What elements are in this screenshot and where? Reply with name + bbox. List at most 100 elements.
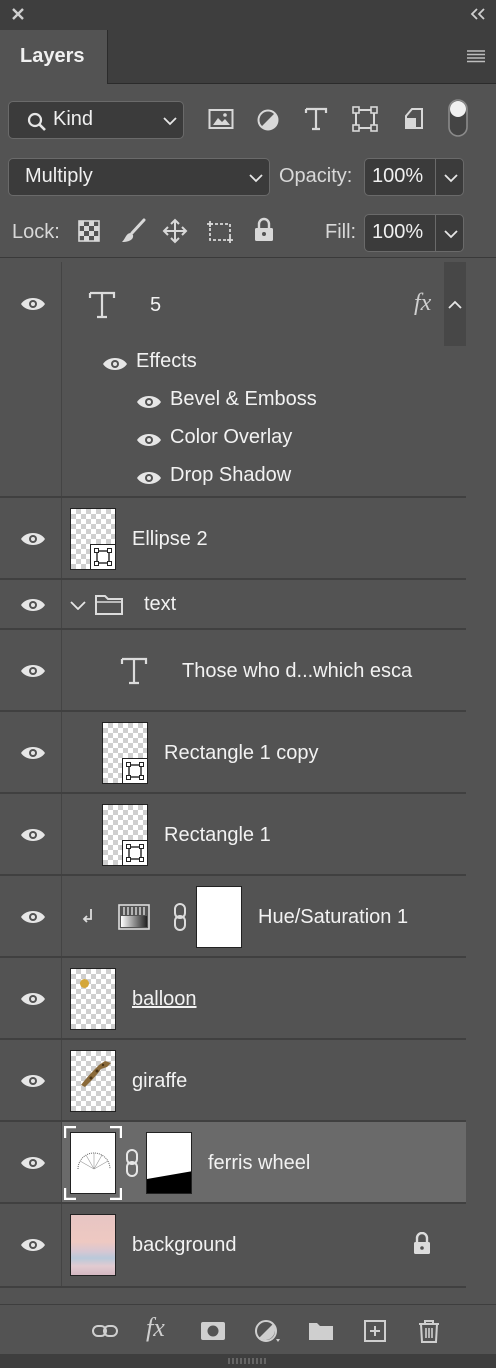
effect-eye-icon[interactable]	[136, 470, 162, 486]
eye-icon[interactable]	[20, 1073, 46, 1089]
filter-smart-objects-icon[interactable]	[402, 106, 426, 132]
layer-name[interactable]: Hue/Saturation 1	[258, 906, 408, 929]
layer-thumbnail[interactable]	[102, 722, 148, 784]
opacity-label: Opacity:	[279, 165, 353, 187]
link-icon[interactable]	[124, 1148, 140, 1178]
effect-drop-shadow[interactable]: Drop Shadow	[170, 464, 291, 487]
layer-mask-thumbnail[interactable]	[196, 886, 242, 948]
lock-row: Lock: Fill: 100%	[0, 208, 496, 258]
filter-toggle-icon[interactable]	[446, 98, 470, 138]
layer-name[interactable]: background	[132, 1234, 237, 1257]
eye-icon[interactable]	[20, 1155, 46, 1171]
lock-artboard-icon[interactable]	[206, 218, 234, 244]
effect-eye-icon[interactable]	[136, 394, 162, 410]
filter-type-layers-icon[interactable]	[304, 106, 328, 132]
chevron-up-icon[interactable]	[448, 300, 462, 310]
eye-icon[interactable]	[20, 531, 46, 547]
shape-layer-icon	[94, 548, 112, 566]
fill-chevron-icon[interactable]	[444, 229, 458, 239]
hue-saturation-adjustment-icon[interactable]	[118, 904, 150, 930]
layers-list: 5 fx Effects Bevel & Emboss Color Overla…	[0, 262, 466, 1288]
layer-thumbnail[interactable]	[70, 1214, 116, 1276]
lock-transparent-pixels-icon[interactable]	[78, 220, 100, 242]
eye-icon[interactable]	[20, 663, 46, 679]
layer-name[interactable]: text	[144, 593, 176, 616]
eye-icon[interactable]	[20, 909, 46, 925]
tab-layers-label: Layers	[20, 45, 85, 67]
layer-name[interactable]: balloon	[132, 988, 197, 1011]
fill-label: Fill:	[325, 221, 357, 243]
filter-shape-layers-icon[interactable]	[352, 106, 378, 132]
blend-row: Multiply Opacity: 100%	[0, 152, 496, 202]
layer-row-rectangle-1-copy[interactable]: Rectangle 1 copy	[0, 712, 466, 794]
layer-row-rectangle-1[interactable]: Rectangle 1	[0, 794, 466, 876]
opacity-divider	[435, 159, 436, 195]
layer-name[interactable]: Those who d...which esca	[182, 660, 412, 683]
effects-label[interactable]: Effects	[136, 350, 197, 373]
new-group-icon[interactable]	[308, 1319, 334, 1343]
filter-adjustment-layers-icon[interactable]	[256, 108, 280, 132]
layer-thumbnail[interactable]	[70, 1050, 116, 1112]
add-layer-mask-icon[interactable]	[200, 1319, 226, 1343]
effect-eye-icon[interactable]	[136, 432, 162, 448]
delete-layer-icon[interactable]	[416, 1319, 442, 1343]
close-icon[interactable]	[10, 6, 26, 22]
add-layer-style-icon[interactable]: fx	[146, 1313, 165, 1343]
scrollbar-thumb[interactable]	[444, 262, 466, 346]
layer-row-ferris-wheel[interactable]: ferris wheel	[0, 1122, 466, 1204]
link-layers-icon[interactable]	[92, 1319, 118, 1343]
eye-icon[interactable]	[20, 597, 46, 613]
eye-icon[interactable]	[20, 745, 46, 761]
filter-pixel-layers-icon[interactable]	[208, 108, 234, 130]
layer-row-text-5[interactable]: 5 fx Effects Bevel & Emboss Color Overla…	[0, 262, 466, 498]
collapse-panel-icon[interactable]	[468, 6, 488, 22]
effect-bevel-emboss[interactable]: Bevel & Emboss	[170, 388, 317, 411]
layer-row-giraffe[interactable]: giraffe	[0, 1040, 466, 1122]
layer-row-balloon[interactable]: balloon	[0, 958, 466, 1040]
fx-icon[interactable]: fx	[414, 290, 431, 317]
fill-field[interactable]: 100%	[364, 214, 464, 252]
selected-thumbnail-frame	[64, 1126, 122, 1200]
panel-resize-grip[interactable]	[0, 1354, 496, 1368]
new-adjustment-layer-icon[interactable]	[254, 1319, 280, 1343]
layer-row-text-long[interactable]: Those who d...which esca	[0, 630, 466, 712]
lock-image-pixels-icon[interactable]	[120, 218, 146, 244]
panel-menu-icon[interactable]	[466, 48, 486, 64]
layer-name[interactable]: ferris wheel	[208, 1152, 310, 1175]
group-expand-chevron-icon[interactable]	[70, 600, 86, 610]
lock-position-icon[interactable]	[162, 218, 188, 244]
effect-color-overlay[interactable]: Color Overlay	[170, 426, 292, 449]
layer-thumbnail[interactable]	[102, 804, 148, 866]
layer-row-group-text[interactable]: text	[0, 580, 466, 630]
lock-all-icon[interactable]	[253, 217, 275, 243]
eye-icon[interactable]	[20, 991, 46, 1007]
effects-eye-icon[interactable]	[102, 356, 128, 372]
layer-row-background[interactable]: background	[0, 1204, 466, 1288]
visibility-column	[0, 712, 62, 792]
eye-icon[interactable]	[20, 827, 46, 843]
layer-thumbnail[interactable]	[70, 968, 116, 1030]
link-icon[interactable]	[172, 902, 188, 932]
blend-mode-dropdown[interactable]: Multiply	[8, 158, 270, 196]
layer-name[interactable]: 5	[150, 294, 161, 317]
tab-layers[interactable]: Layers	[0, 30, 108, 84]
layer-name[interactable]: Rectangle 1	[164, 824, 271, 847]
layer-row-ellipse-2[interactable]: Ellipse 2	[0, 498, 466, 580]
visibility-column	[0, 1040, 62, 1120]
new-layer-icon[interactable]	[362, 1319, 388, 1343]
layer-mask-thumbnail[interactable]	[146, 1132, 192, 1194]
opacity-chevron-icon[interactable]	[444, 173, 458, 183]
chevron-down-icon	[163, 117, 177, 126]
eye-icon[interactable]	[20, 296, 46, 312]
layer-name[interactable]: giraffe	[132, 1070, 187, 1093]
visibility-column	[0, 1122, 62, 1202]
layer-thumbnail[interactable]	[70, 508, 116, 570]
visibility-column	[0, 1204, 62, 1286]
layer-name[interactable]: Ellipse 2	[132, 528, 208, 551]
eye-icon[interactable]	[20, 1237, 46, 1253]
layer-name[interactable]: Rectangle 1 copy	[164, 742, 319, 765]
layer-row-hue-saturation-1[interactable]: Hue/Saturation 1	[0, 876, 466, 958]
filter-kind-dropdown[interactable]: Kind	[8, 101, 184, 139]
opacity-field[interactable]: 100%	[364, 158, 464, 196]
layers-scrollbar-track[interactable]	[466, 262, 496, 1288]
